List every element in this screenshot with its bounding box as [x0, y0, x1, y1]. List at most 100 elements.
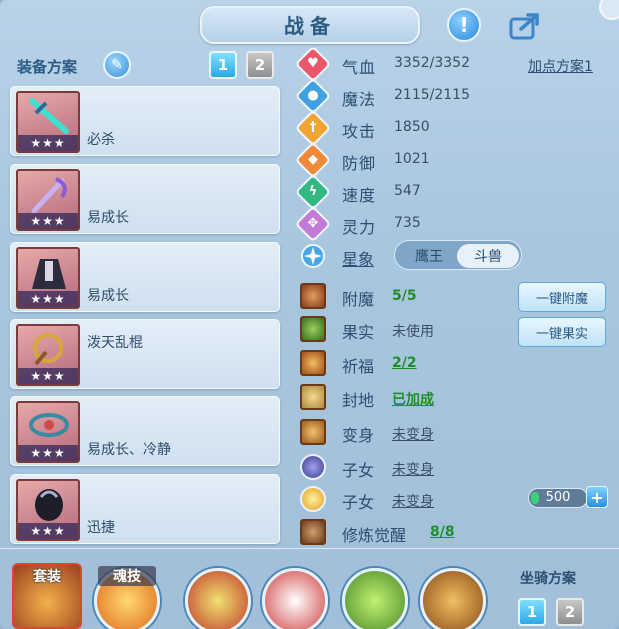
weapon-trait: 易成长、冷静: [87, 442, 171, 458]
plus-button[interactable]: +: [586, 486, 608, 508]
stat-row-speed: ϟ 速度 547: [294, 173, 500, 211]
stat-value: 735: [394, 215, 421, 231]
add-point-plan-link[interactable]: 加点方案1: [528, 56, 593, 76]
heart-icon: ♥: [294, 45, 332, 83]
feature-value[interactable]: 已加成: [392, 389, 434, 409]
awaken-icon: [300, 519, 326, 545]
scythe-icon: [31, 177, 67, 214]
feature-row-fruit: 果实 未使用: [300, 316, 500, 344]
soul-skill-label: 魂技: [98, 566, 156, 586]
divider: [0, 548, 619, 549]
weapon-thumbnail: ★★★: [16, 324, 80, 386]
equipment-plan-tab-2[interactable]: 2: [246, 51, 274, 79]
feature-label: 子女: [342, 493, 375, 512]
stat-value: 3352/3352: [394, 55, 470, 71]
weapon-card[interactable]: ★★★ 易成长: [10, 242, 280, 312]
feature-value: 5/5: [392, 288, 417, 304]
stat-label: 速度: [342, 186, 377, 205]
weapon-card[interactable]: ★★★ 泼天乱棍: [10, 319, 280, 389]
constellation-option-beast[interactable]: 斗兽: [457, 244, 519, 268]
points-bar: 500: [528, 488, 588, 508]
mount-plan-label: 坐骑方案: [520, 571, 576, 587]
whip-icon: [33, 333, 63, 366]
star-rating: ★★★: [18, 291, 78, 307]
mount-plan-tab-1[interactable]: 1: [518, 598, 546, 626]
stat-row-hp: ♥ 气血 3352/3352: [294, 45, 500, 83]
constellation-label[interactable]: 星象: [342, 246, 374, 270]
star-rating: ★★★: [18, 445, 78, 461]
feature-row-fief: 封地 已加成: [300, 384, 500, 412]
skill-slot-1[interactable]: [185, 568, 251, 629]
stat-value: 2115/2115: [394, 87, 470, 103]
feature-value[interactable]: 2/2: [392, 355, 417, 371]
stat-row-attack: † 攻击 1850: [294, 109, 500, 147]
fruit-icon: [300, 316, 326, 342]
stat-row-defense: ◆ 防御 1021: [294, 141, 500, 179]
weapon-card[interactable]: ★★★ 易成长、冷静: [10, 396, 280, 466]
stat-row-mana: ● 魔法 2115/2115: [294, 77, 500, 115]
feature-value[interactable]: 8/8: [430, 524, 455, 540]
edit-button[interactable]: ✎: [103, 51, 131, 79]
stat-value: 1850: [394, 119, 430, 135]
feature-label: 果实: [342, 323, 375, 342]
skill-slot-2[interactable]: [262, 568, 328, 629]
skill-slot-4[interactable]: [420, 568, 486, 629]
stat-label: 攻击: [342, 122, 377, 141]
star-rating: ★★★: [18, 368, 78, 384]
feature-row-blessing: 祈福 2/2: [300, 350, 500, 378]
defense-icon: ◆: [294, 141, 332, 179]
feature-value[interactable]: 未变身: [392, 491, 434, 511]
fief-icon: [300, 384, 326, 410]
weapon-special-skill: 泼天乱棍: [87, 335, 143, 351]
stat-value: 547: [394, 183, 421, 199]
feature-label: 修炼觉醒: [342, 526, 407, 545]
stat-label: 气血: [342, 58, 377, 77]
feature-value[interactable]: 未变身: [392, 459, 434, 479]
constellation-option-eagle-king[interactable]: 鹰王: [398, 244, 460, 268]
feature-value: 未使用: [392, 324, 434, 340]
feature-row-awaken: 修炼觉醒 8/8: [300, 519, 500, 547]
star-rating: ★★★: [18, 523, 78, 539]
weapon-card[interactable]: ★★★ 易成长: [10, 164, 280, 234]
feature-label: 子女: [342, 461, 375, 480]
constellation-icon: [301, 244, 325, 268]
feature-row-child-2: 子女 未变身: [300, 486, 500, 514]
weapon-thumbnail: ★★★: [16, 401, 80, 463]
feature-row-child-1: 子女 未变身: [300, 454, 500, 482]
one-click-fruit-button[interactable]: 一键果实: [518, 317, 606, 347]
feature-label: 封地: [342, 391, 375, 410]
weapon-trait: 易成长: [87, 288, 129, 304]
mana-icon: ●: [294, 77, 332, 115]
stat-label: 灵力: [342, 218, 377, 237]
feature-row-enchant: 附魔 5/5: [300, 283, 500, 311]
stat-value: 1021: [394, 151, 430, 167]
child-mask-icon: [300, 454, 326, 480]
sword-icon: [29, 98, 69, 134]
weapon-card[interactable]: ★★★ 迅捷: [10, 474, 280, 544]
star-rating: ★★★: [18, 213, 78, 229]
skill-slot-3[interactable]: [342, 568, 408, 629]
plus-icon: +: [590, 487, 604, 507]
weapon-card[interactable]: ★★★ 必杀: [10, 86, 280, 156]
constellation-toggle: 鹰王 斗兽: [394, 240, 522, 270]
speed-icon: ϟ: [294, 173, 332, 211]
spirit-icon: ✥: [294, 205, 332, 243]
weapon-trait: 迅捷: [87, 520, 115, 536]
enchant-icon: [300, 283, 326, 309]
share-icon: [509, 13, 539, 40]
one-click-enchant-button[interactable]: 一键附魔: [518, 282, 606, 312]
weapon-thumbnail: ★★★: [16, 91, 80, 153]
suit-label: 套装: [33, 569, 61, 585]
attack-icon: †: [294, 109, 332, 147]
weapon-thumbnail: ★★★: [16, 479, 80, 541]
alert-button[interactable]: !: [447, 8, 481, 42]
feature-value[interactable]: 未变身: [392, 424, 434, 444]
exclamation-icon: !: [459, 13, 469, 37]
feature-label: 变身: [342, 426, 375, 445]
mount-plan-tab-2[interactable]: 2: [556, 598, 584, 626]
share-button[interactable]: [508, 9, 542, 43]
claw-icon: [35, 489, 63, 521]
ring-blade-icon: [29, 413, 69, 437]
equipment-plan-tab-1[interactable]: 1: [209, 51, 237, 79]
page-title: 战备: [284, 14, 336, 38]
